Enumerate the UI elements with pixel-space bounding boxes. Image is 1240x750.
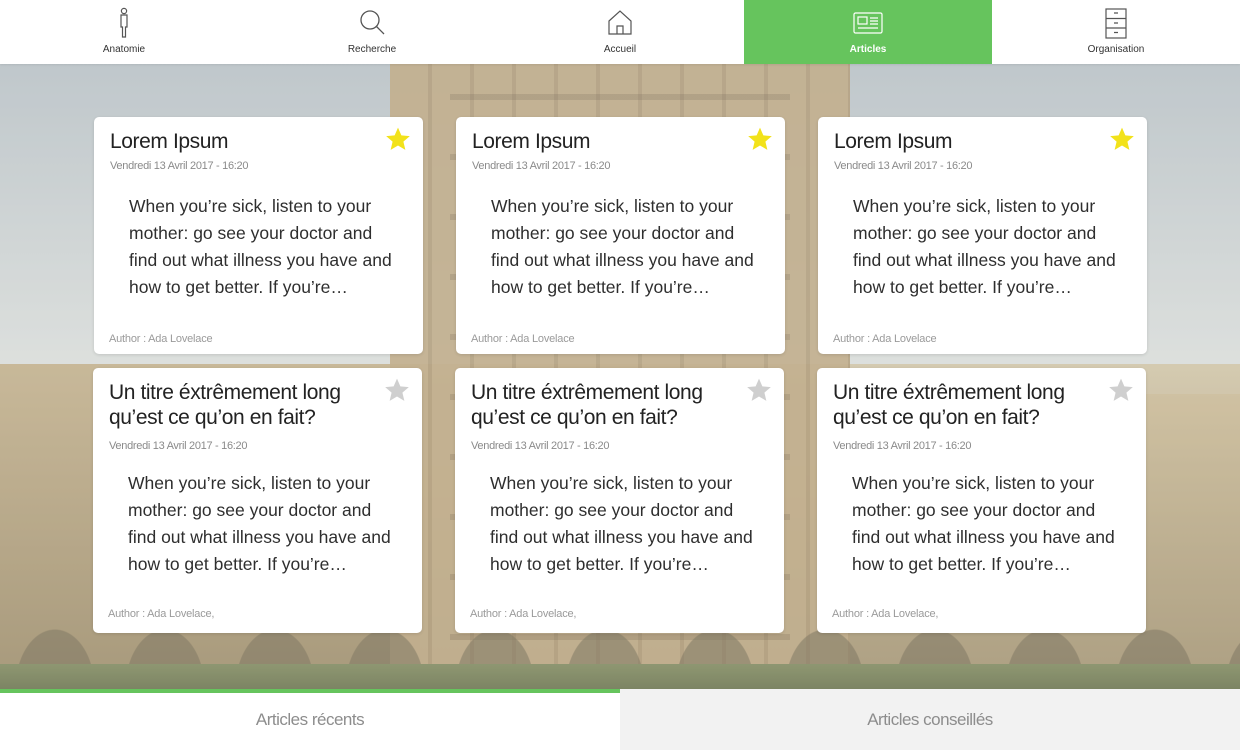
star-filled-icon[interactable] [747, 126, 773, 152]
nav-item-recherche[interactable]: Recherche [248, 0, 496, 64]
cabinet-icon [1101, 7, 1131, 39]
article-card[interactable]: Lorem Ipsum Vendredi 13 Avril 2017 - 16:… [94, 117, 423, 354]
article-author: Author : Ada Lovelace [109, 333, 213, 345]
article-title: Lorem Ipsum [110, 130, 229, 153]
nav-label: Accueil [603, 44, 637, 55]
tab-label: Articles récents [255, 709, 365, 729]
article-date: Vendredi 13 Avril 2017 - 16:20 [109, 440, 248, 452]
article-title: Lorem Ipsum [472, 130, 591, 153]
nav-item-anatomie[interactable]: Anatomie [0, 0, 248, 64]
nav-label: Organisation [1087, 44, 1145, 55]
newspaper-icon [853, 7, 883, 39]
top-navigation: Anatomie Recherche Accueil Articles Orga… [0, 0, 1240, 64]
person-icon [109, 7, 139, 39]
article-title: Un titre éxtrêmement long qu’est ce qu’o… [833, 381, 1065, 429]
tab-label: Articles conseillés [867, 709, 993, 729]
article-date: Vendredi 13 Avril 2017 - 16:20 [834, 160, 973, 172]
article-author: Author : Ada Lovelace, [470, 608, 577, 620]
star-outline-icon[interactable] [1108, 377, 1134, 403]
nav-item-organisation[interactable]: Organisation [992, 0, 1240, 64]
article-excerpt: When you’re sick, listen to your mother:… [129, 196, 392, 297]
article-card[interactable]: Un titre éxtrêmement long qu’est ce qu’o… [455, 368, 784, 633]
nav-label: Anatomie [102, 44, 146, 55]
article-card[interactable]: Un titre éxtrêmement long qu’est ce qu’o… [93, 368, 422, 633]
search-icon [357, 7, 387, 39]
article-excerpt: When you’re sick, listen to your mother:… [852, 473, 1115, 574]
star-outline-icon[interactable] [746, 377, 772, 403]
article-title: Un titre éxtrêmement long qu’est ce qu’o… [471, 381, 703, 429]
tab-articles-conseilles[interactable]: Articles conseillés [620, 689, 1240, 750]
article-date: Vendredi 13 Avril 2017 - 16:20 [472, 160, 611, 172]
tab-articles-recents[interactable]: Articles récents [0, 689, 620, 750]
bottom-tab-bar: Articles récents Articles conseillés [0, 689, 1240, 750]
star-outline-icon[interactable] [384, 377, 410, 403]
star-filled-icon[interactable] [1109, 126, 1135, 152]
home-icon [605, 7, 635, 39]
article-date: Vendredi 13 Avril 2017 - 16:20 [471, 440, 610, 452]
article-author: Author : Ada Lovelace, [108, 608, 215, 620]
article-excerpt: When you’re sick, listen to your mother:… [853, 196, 1116, 297]
star-filled-icon[interactable] [385, 126, 411, 152]
nav-item-articles[interactable]: Articles [744, 0, 992, 64]
nav-item-accueil[interactable]: Accueil [496, 0, 744, 64]
article-date: Vendredi 13 Avril 2017 - 16:20 [110, 160, 249, 172]
article-excerpt: When you’re sick, listen to your mother:… [128, 473, 391, 574]
article-author: Author : Ada Lovelace, [832, 608, 939, 620]
article-card[interactable]: Un titre éxtrêmement long qu’est ce qu’o… [817, 368, 1146, 633]
article-title: Lorem Ipsum [834, 130, 953, 153]
article-card[interactable]: Lorem Ipsum Vendredi 13 Avril 2017 - 16:… [456, 117, 785, 354]
article-excerpt: When you’re sick, listen to your mother:… [490, 473, 753, 574]
article-author: Author : Ada Lovelace [833, 333, 937, 345]
article-title: Un titre éxtrêmement long qu’est ce qu’o… [109, 381, 341, 429]
nav-label: Recherche [347, 44, 397, 55]
article-card[interactable]: Lorem Ipsum Vendredi 13 Avril 2017 - 16:… [818, 117, 1147, 354]
nav-label: Articles [849, 44, 887, 55]
article-date: Vendredi 13 Avril 2017 - 16:20 [833, 440, 972, 452]
article-excerpt: When you’re sick, listen to your mother:… [491, 196, 754, 297]
article-author: Author : Ada Lovelace [471, 333, 575, 345]
